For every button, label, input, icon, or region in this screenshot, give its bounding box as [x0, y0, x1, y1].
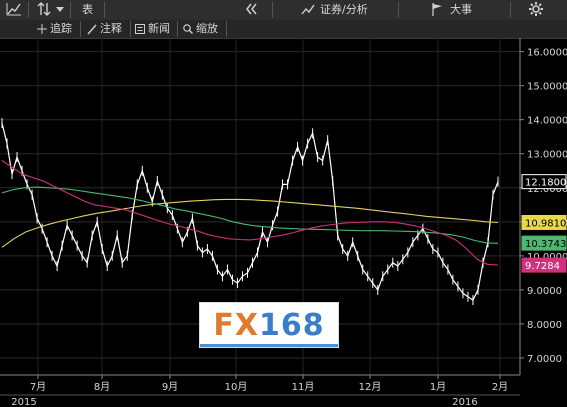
watermark-text: FX168 — [200, 308, 338, 343]
up-down-arrows-icon[interactable] — [36, 1, 52, 19]
toolbar-separator — [177, 21, 178, 37]
ma-mid-line — [1, 186, 499, 244]
y-tick-label: 9.0000 — [527, 286, 562, 297]
toolbar-separator — [226, 21, 227, 37]
toolbar-separator — [104, 2, 105, 18]
x-tick-label: 1月 — [430, 381, 446, 393]
track-tool[interactable]: 追踪 — [50, 20, 72, 38]
toolbar-row-primary: 表 证券/分析 大事 — [0, 0, 567, 21]
ma-short-line — [1, 160, 499, 266]
y-tick-label: 8.0000 — [527, 320, 562, 331]
toolbar-separator — [28, 2, 29, 18]
y-tick-label: 14.0000 — [527, 116, 567, 127]
flag-icon — [430, 1, 444, 19]
table-tab[interactable]: 表 — [82, 1, 93, 19]
chart-axis-layer: 16.000015.000014.000013.000012.000011.00… — [0, 38, 567, 407]
x-tick-label: 2月 — [492, 381, 508, 393]
watermark-number: 168 — [259, 308, 325, 343]
last-value-label: 10.9810 — [521, 214, 567, 230]
y-tick-label: 13.0000 — [527, 150, 567, 161]
fx168-watermark-logo: FX168 — [199, 302, 339, 348]
chart-series-layer — [1, 118, 499, 306]
zoom-tool[interactable]: 缩放 — [196, 20, 218, 38]
securities-analysis-tab[interactable]: 证券/分析 — [320, 1, 368, 19]
x-tick-label: 7月 — [30, 381, 46, 393]
news-tool[interactable]: 新闻 — [148, 20, 170, 38]
annotate-tool[interactable]: 注释 — [100, 20, 122, 38]
last-value-text: 10.3743 — [525, 239, 566, 250]
x-tick-label: 9月 — [162, 381, 178, 393]
line-chart-icon[interactable] — [6, 1, 22, 19]
events-tab[interactable]: 大事 — [450, 1, 472, 19]
price-line — [1, 122, 499, 301]
toolbar-separator — [272, 2, 273, 18]
y-tick-label: 7.0000 — [527, 354, 562, 365]
crosshair-icon — [36, 20, 48, 38]
y-tick-label: 15.0000 — [527, 82, 567, 93]
toolbar-separator — [80, 21, 81, 37]
chevron-down-icon[interactable] — [55, 1, 65, 19]
trend-line-icon — [300, 1, 316, 19]
x-tick-label: 12月 — [359, 381, 382, 393]
double-left-arrow-icon[interactable] — [244, 1, 258, 19]
chart-toolbar: 表 证券/分析 大事 追踪 注释 新闻 缩放 — [0, 0, 567, 39]
news-icon — [134, 20, 146, 38]
watermark-fx: FX — [213, 308, 259, 343]
toolbar-row-secondary: 追踪 注释 新闻 缩放 — [0, 20, 567, 39]
magnifier-icon — [182, 20, 194, 38]
toolbar-separator — [510, 2, 511, 18]
x-tick-label: 10月 — [225, 381, 248, 393]
watermark-strip — [200, 344, 338, 347]
x-tick-label: 11月 — [292, 381, 315, 393]
year-label: 2015 — [11, 397, 36, 407]
toolbar-separator — [70, 2, 71, 18]
toolbar-separator — [398, 2, 399, 18]
y-tick-label: 16.0000 — [527, 48, 567, 59]
x-tick-label: 8月 — [94, 381, 110, 393]
last-value-label: 12.1800 — [521, 174, 567, 190]
year-label: 2016 — [452, 397, 477, 407]
price-chart[interactable]: 16.000015.000014.000013.000012.000011.00… — [0, 38, 567, 407]
last-value-text: 12.1800 — [525, 178, 566, 189]
last-value-text: 9.7284 — [525, 261, 560, 272]
gear-icon[interactable] — [528, 1, 544, 19]
toolbar-separator — [130, 21, 131, 37]
last-value-label: 9.7284 — [521, 257, 567, 273]
last-value-text: 10.9810 — [525, 218, 566, 229]
pencil-icon — [86, 20, 98, 38]
last-value-label: 10.3743 — [521, 235, 567, 251]
